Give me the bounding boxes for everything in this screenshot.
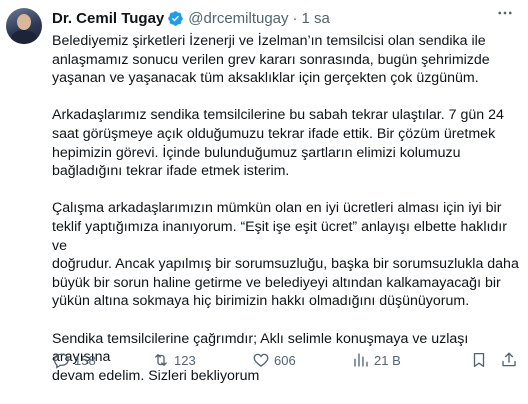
retweet-count: 123 — [174, 352, 196, 368]
action-bar: 158 123 606 21 B — [52, 350, 522, 370]
retweet-icon — [155, 354, 167, 366]
tweet-text: Belediyemiz şirketleri İzenerji ve İzelm… — [52, 32, 522, 404]
retweet-button[interactable]: 123 — [152, 351, 196, 369]
reply-icon — [53, 353, 69, 369]
author-handle[interactable]: @drcemiltugay — [188, 10, 288, 27]
timestamp[interactable]: 1 sa — [302, 10, 330, 27]
tweet-paragraph: Çalışma arkadaşlarımızın mümkün olan en … — [52, 200, 519, 310]
bookmark-icon — [473, 352, 485, 368]
views-count: 21 B — [374, 352, 401, 368]
separator-dot: · — [292, 9, 298, 27]
share-button[interactable] — [500, 351, 518, 369]
heart-icon — [253, 353, 269, 367]
like-button[interactable]: 606 — [252, 351, 296, 369]
like-count: 606 — [274, 352, 296, 368]
bookmark-button[interactable] — [470, 351, 488, 369]
author-name[interactable]: Dr. Cemil Tugay — [52, 10, 164, 27]
tweet-header: Dr. Cemil Tugay @drcemiltugay · 1 sa — [52, 8, 518, 28]
reply-button[interactable]: 158 — [52, 351, 96, 369]
avatar[interactable] — [6, 8, 42, 44]
reply-count: 158 — [74, 352, 96, 368]
share-icon — [502, 352, 516, 367]
more-options-icon[interactable] — [496, 4, 514, 27]
views-button[interactable]: 21 B — [352, 351, 401, 369]
tweet-paragraph: Belediyemiz şirketleri İzenerji ve İzelm… — [52, 33, 490, 87]
views-chart-icon — [354, 353, 368, 367]
tweet-paragraph: Arkadaşlarımız sendika temsilcilerine bu… — [52, 107, 504, 180]
verified-badge-icon — [168, 10, 184, 26]
